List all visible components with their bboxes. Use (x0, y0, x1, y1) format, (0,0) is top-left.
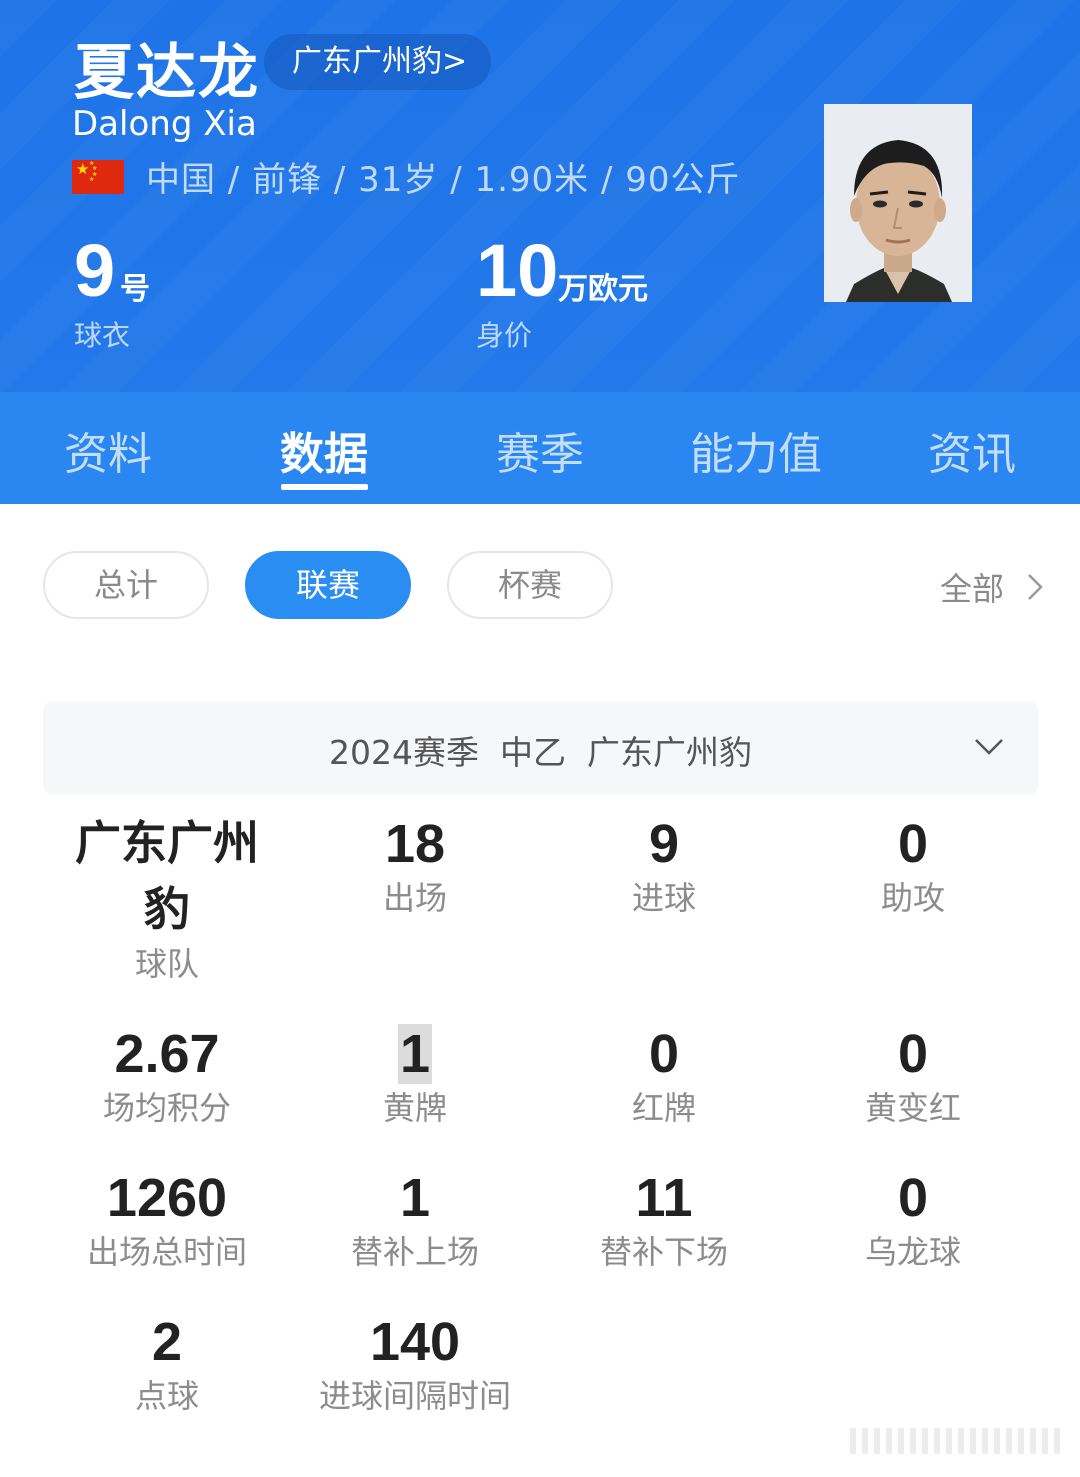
watermark (850, 1428, 1062, 1454)
jersey-number: 9 (74, 229, 116, 312)
stat-goal-interval-value: 140 (369, 1312, 461, 1372)
filter-total-chip[interactable]: 总计 (43, 551, 209, 619)
stat-second-yellow-label: 黄变红 (864, 1089, 961, 1127)
china-flag-icon: ★ ★ ★ ★ ★ (72, 160, 124, 194)
stat-team-value: 广东广州豹 (75, 816, 259, 936)
stat-sub-on: 1 替补上场 (291, 1166, 539, 1272)
filter-league-chip[interactable]: 联赛 (245, 551, 411, 619)
stat-appearances-value: 18 (384, 814, 446, 874)
stat-avg-points-label: 场均积分 (102, 1089, 231, 1127)
stat-yellow-cards-value: 1 (397, 1024, 433, 1084)
filter-cup-chip[interactable]: 杯赛 (447, 551, 613, 619)
stat-penalties: 2 点球 (43, 1310, 291, 1416)
stat-own-goals-label: 乌龙球 (864, 1233, 961, 1271)
stat-team-label: 球队 (134, 945, 199, 983)
player-name-en: Dalong Xia (72, 104, 257, 144)
stat-red-cards-value: 0 (648, 1024, 680, 1084)
player-photo (824, 104, 972, 302)
stat-yellow-cards-label: 黄牌 (382, 1089, 447, 1127)
stat-red-cards: 0 红牌 (540, 1022, 788, 1128)
tab-profile[interactable]: 资料 (64, 418, 152, 482)
tab-season[interactable]: 赛季 (496, 418, 584, 482)
stat-sub-off-label: 替补下场 (599, 1233, 728, 1271)
jersey-label: 球衣 (74, 319, 131, 352)
stat-assists-label: 助攻 (880, 879, 945, 917)
stat-sub-off-value: 11 (635, 1168, 693, 1228)
stat-second-yellow-value: 0 (897, 1024, 929, 1084)
tab-ability[interactable]: 能力值 (690, 418, 822, 482)
chevron-down-icon (975, 739, 1003, 755)
team-link[interactable]: 广东广州豹> (264, 34, 492, 90)
stat-second-yellow: 0 黄变红 (789, 1022, 1037, 1128)
stat-own-goals-value: 0 (897, 1168, 929, 1228)
player-bio: 中国 / 前锋 / 31岁 / 1.90米 / 90公斤 (146, 160, 741, 200)
stat-assists-value: 0 (897, 814, 929, 874)
market-value: 10 (476, 229, 559, 312)
season-selector-label: 2024赛季 中乙 广东广州豹 (329, 733, 752, 772)
stat-red-cards-label: 红牌 (631, 1089, 696, 1127)
stat-goals: 9 进球 (540, 812, 788, 918)
tab-stats[interactable]: 数据 (280, 418, 368, 482)
season-selector[interactable]: 2024赛季 中乙 广东广州豹 (43, 702, 1038, 794)
stat-yellow-cards: 1 黄牌 (291, 1022, 539, 1128)
stat-avg-points-value: 2.67 (114, 1024, 220, 1084)
chevron-right-icon[interactable] (1024, 570, 1046, 604)
active-tab-indicator (281, 484, 368, 490)
player-header: 夏达龙 广东广州豹> Dalong Xia ★ ★ ★ ★ ★ 中国 / 前锋 / 31… (0, 0, 1080, 392)
market-value-label: 身价 (476, 319, 533, 352)
stat-goals-value: 9 (648, 814, 680, 874)
stat-minutes: 1260 出场总时间 (43, 1166, 291, 1272)
stat-team: 广东广州豹 球队 (43, 810, 291, 984)
stat-goal-interval: 140 进球间隔时间 (291, 1310, 539, 1416)
stat-goals-label: 进球 (631, 879, 696, 917)
stat-penalties-label: 点球 (134, 1377, 199, 1415)
stat-sub-off: 11 替补下场 (540, 1166, 788, 1272)
tab-bar: 资料 数据 赛季 能力值 资讯 (0, 392, 1080, 504)
stat-minutes-value: 1260 (106, 1168, 228, 1228)
stat-assists: 0 助攻 (789, 812, 1037, 918)
stat-sub-on-value: 1 (399, 1168, 431, 1228)
stat-appearances-label: 出场 (382, 879, 447, 917)
stat-avg-points: 2.67 场均积分 (43, 1022, 291, 1128)
tab-news[interactable]: 资讯 (928, 418, 1016, 482)
stat-own-goals: 0 乌龙球 (789, 1166, 1037, 1272)
all-filter-link[interactable]: 全部 (940, 564, 1004, 610)
player-name-cn: 夏达龙 (74, 38, 260, 108)
jersey-unit: 号 (120, 272, 150, 307)
market-value-unit: 万欧元 (558, 272, 648, 307)
stat-appearances: 18 出场 (291, 812, 539, 918)
stat-sub-on-label: 替补上场 (350, 1233, 479, 1271)
stat-minutes-label: 出场总时间 (86, 1233, 247, 1271)
stat-penalties-value: 2 (151, 1312, 183, 1372)
stat-goal-interval-label: 进球间隔时间 (318, 1377, 511, 1415)
